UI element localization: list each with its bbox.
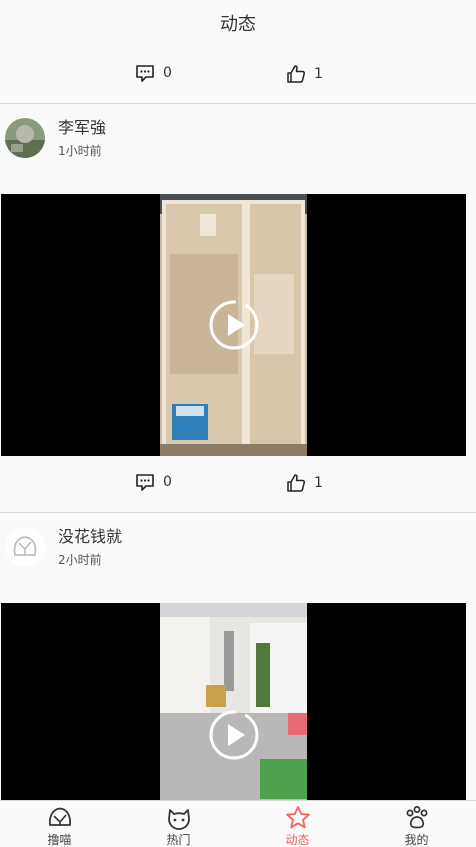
thumbs-up-icon: [287, 65, 306, 83]
page-title: 动态: [220, 14, 256, 35]
comment-count: 0: [163, 474, 172, 490]
avatar[interactable]: [5, 527, 45, 567]
thumbs-up-icon: [287, 474, 306, 492]
post-time: 2小时前: [58, 553, 102, 567]
title-bar: 动态: [0, 0, 476, 46]
post-time: 1小时前: [58, 144, 102, 158]
avatar[interactable]: [5, 118, 45, 158]
username[interactable]: 没花钱就: [58, 523, 122, 547]
tab-hot[interactable]: 热门: [119, 801, 238, 847]
paw-icon: [406, 806, 427, 829]
cat-face-icon: [48, 807, 71, 826]
like-button[interactable]: 1: [286, 473, 323, 493]
tab-label: 动态: [285, 833, 310, 847]
like-count: 1: [314, 66, 323, 82]
tab-label: 热门: [166, 833, 191, 847]
comment-button[interactable]: 0: [135, 473, 172, 491]
post-header: 李军強 1小时前: [0, 104, 476, 164]
comment-count: 0: [163, 65, 172, 81]
comment-icon: [136, 65, 154, 82]
comment-icon: [136, 474, 154, 491]
play-icon[interactable]: [208, 709, 260, 761]
username[interactable]: 李军強: [58, 114, 106, 138]
star-icon: [285, 806, 310, 829]
play-icon[interactable]: [208, 299, 260, 351]
cat-head-icon: [167, 809, 190, 830]
like-count: 1: [314, 475, 323, 491]
tab-feed[interactable]: 动态: [238, 801, 357, 847]
stats-row-top: 0 1: [0, 61, 476, 91]
comment-button[interactable]: 0: [135, 64, 172, 82]
app-screen: 动态 0 1 李军強 1小时前 0 1 没花钱就 2小时前 撸喵 热门 动态 我…: [0, 0, 476, 847]
post-header: 没花钱就 2小时前: [0, 513, 476, 573]
tab-mine[interactable]: 我的: [357, 801, 476, 847]
tab-label: 我的: [404, 833, 429, 847]
video-player[interactable]: [1, 194, 466, 456]
like-button[interactable]: 1: [286, 64, 323, 84]
tab-label: 撸喵: [47, 833, 72, 847]
stats-row: 0 1: [0, 470, 476, 500]
tab-lumiao[interactable]: 撸喵: [0, 801, 119, 847]
bottom-tab-bar: 撸喵 热门 动态 我的: [0, 800, 476, 847]
